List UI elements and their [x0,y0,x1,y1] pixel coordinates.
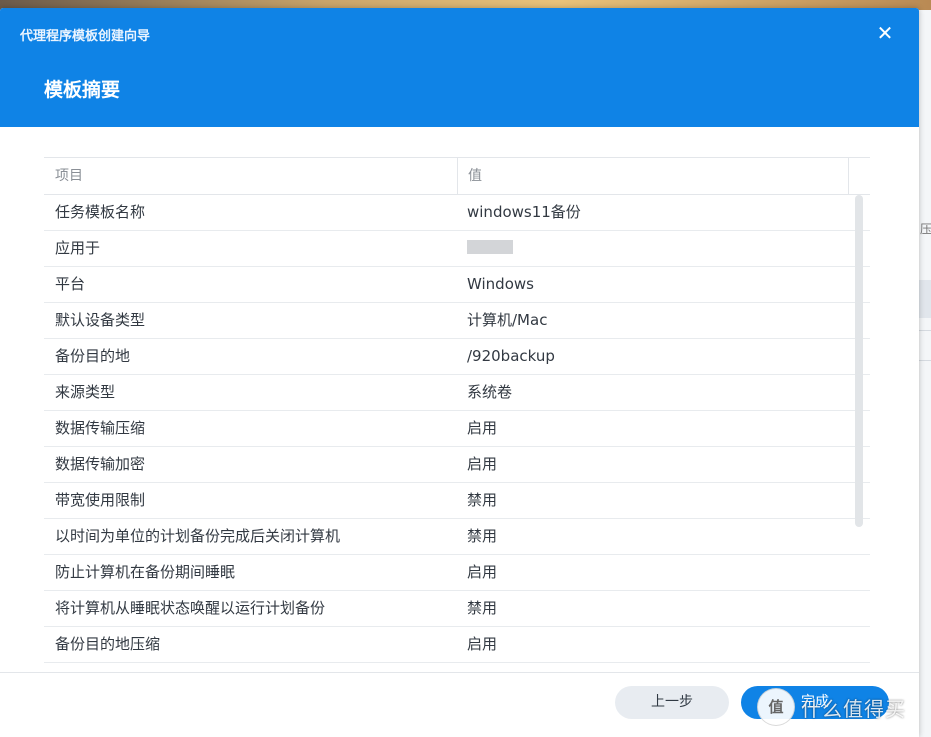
background-selected-row [919,280,931,318]
row-value: Windows [467,275,534,293]
redaction-block [467,240,513,254]
row-key: 备份目的地 [55,347,131,365]
table-row: 带宽使用限制 禁用 [44,483,870,519]
row-key: 备份目的地压缩 [55,635,161,653]
row-value: 禁用 [467,527,498,545]
row-key: 任务模板名称 [55,203,146,221]
row-key: 防止计算机在备份期间睡眠 [55,563,236,581]
row-value: 启用 [467,635,498,653]
row-value-redacted [457,231,847,266]
row-value: 禁用 [467,491,498,509]
table-row: 任务模板名称 windows11备份 [44,195,870,231]
background-divider [919,330,931,331]
row-value: /920backup [467,347,555,365]
watermark-logo-icon: 值 [757,688,795,726]
table-row: 数据传输压缩 启用 [44,411,870,447]
table-row: 默认设备类型 计算机/Mac [44,303,870,339]
table-row: 防止计算机在备份期间睡眠 启用 [44,555,870,591]
row-key: 平台 [55,275,86,293]
row-key: 数据传输加密 [55,455,146,473]
table-row: 备份目的地压缩 启用 [44,627,870,663]
row-value: 计算机/Mac [467,311,548,329]
row-key: 应用于 [55,239,101,257]
background-divider [919,360,931,361]
row-value: 启用 [467,419,498,437]
background-app-panel: 压 [919,10,931,737]
row-value: 启用 [467,563,498,581]
table-header: 项目 值 [44,157,870,195]
footer-divider [0,672,919,673]
background-glyph: 压 [920,222,931,236]
row-value: 系统卷 [467,383,513,401]
row-value: 禁用 [467,599,498,617]
table-row: 来源类型 系统卷 [44,375,870,411]
summary-table: 项目 值 任务模板名称 windows11备份 应用于 平台 Windows 默… [44,157,870,673]
watermark-text: 什么值得买 [801,696,906,721]
row-key: 以时间为单位的计划备份完成后关闭计算机 [55,527,341,545]
row-key: 来源类型 [55,383,116,401]
page-title: 模板摘要 [44,79,121,101]
row-key: 数据传输压缩 [55,419,146,437]
row-key: 带宽使用限制 [55,491,146,509]
row-value: 启用 [467,455,498,473]
site-watermark: 值 什么值得买 [757,688,906,726]
table-row: 备份目的地 /920backup [44,339,870,375]
wizard-title: 代理程序模板创建向导 [20,29,151,44]
row-key: 将计算机从睡眠状态唤醒以运行计划备份 [55,599,326,617]
row-value: windows11备份 [467,203,581,221]
table-scrollbar[interactable] [855,195,863,527]
template-wizard-dialog: 代理程序模板创建向导 ✕ 模板摘要 项目 值 任务模板名称 windows11备… [0,8,919,737]
table-row: 数据传输加密 启用 [44,447,870,483]
table-row: 平台 Windows [44,267,870,303]
table-row: 将计算机从睡眠状态唤醒以运行计划备份 禁用 [44,591,870,627]
close-icon[interactable]: ✕ [873,21,897,45]
row-key: 默认设备类型 [55,311,146,329]
table-row: 应用于 [44,231,870,267]
dialog-header: 代理程序模板创建向导 ✕ 模板摘要 [0,8,919,127]
table-row: 以时间为单位的计划备份完成后关闭计算机 禁用 [44,519,870,555]
previous-button[interactable]: 上一步 [615,686,729,719]
column-header-item[interactable]: 项目 [44,158,458,194]
column-header-value[interactable]: 值 [458,158,849,194]
